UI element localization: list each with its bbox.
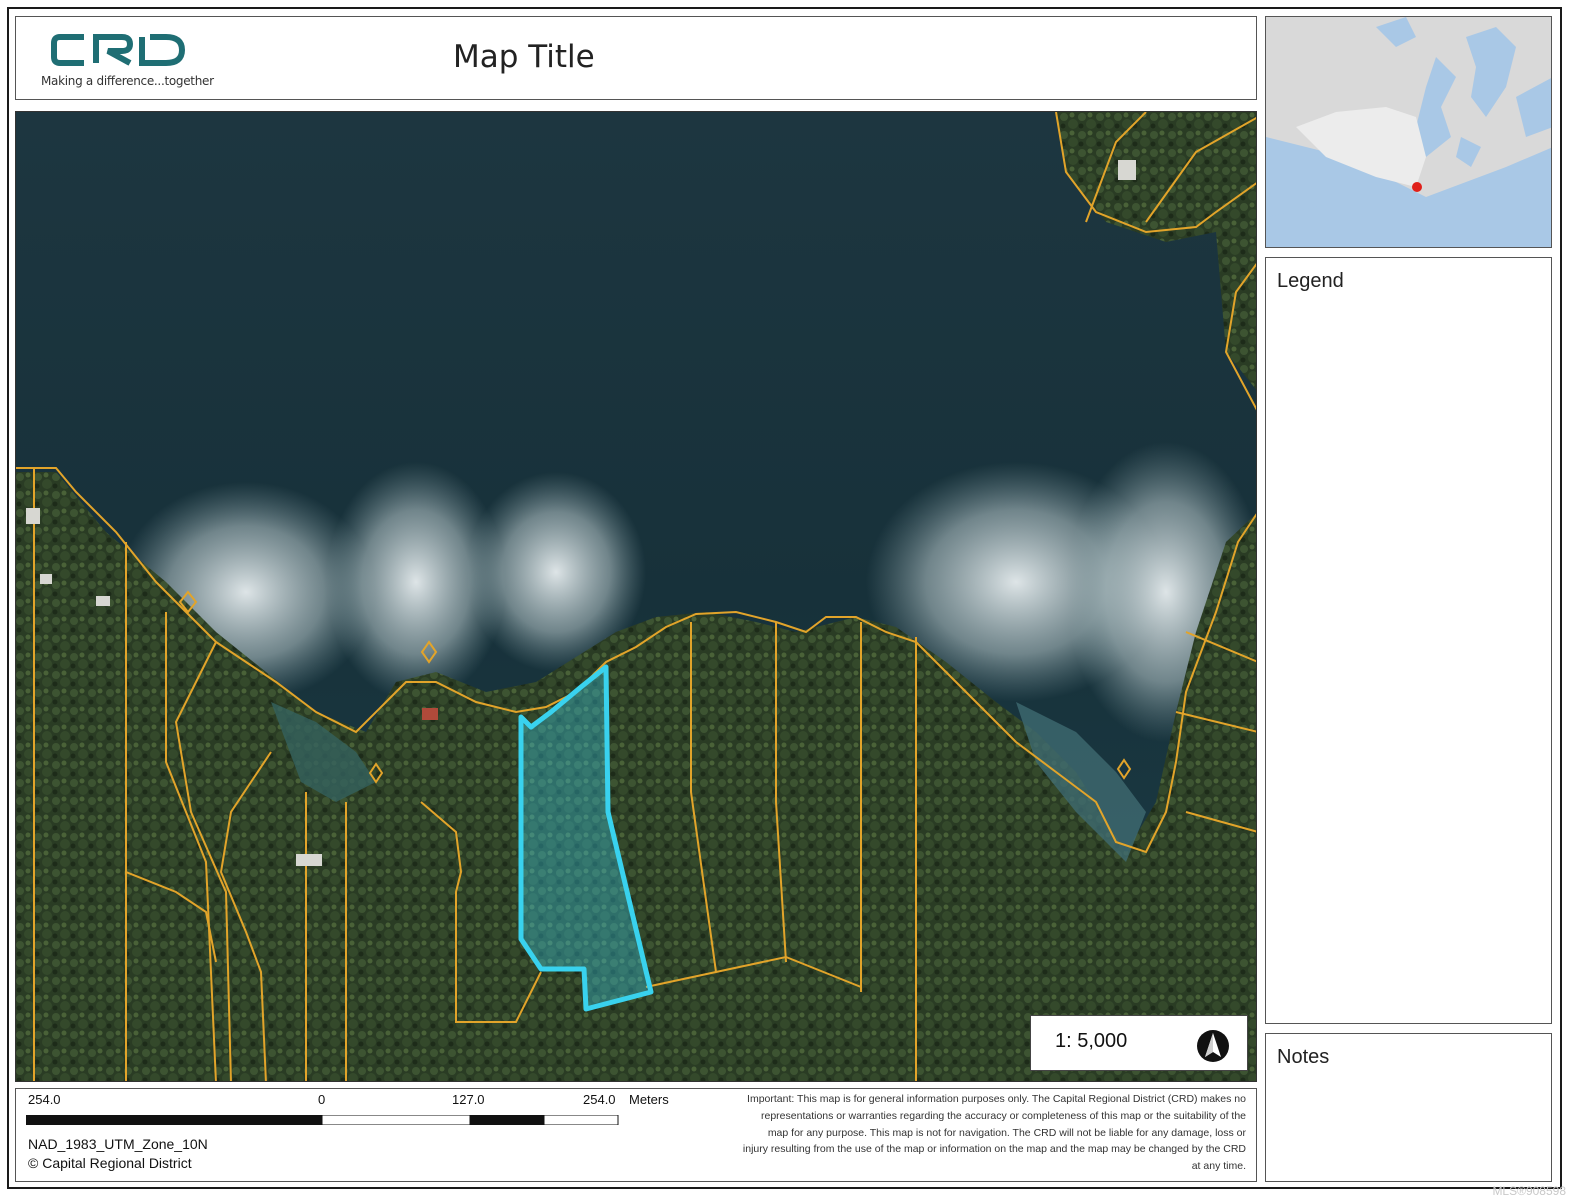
legend-panel: Legend: [1265, 257, 1552, 1024]
scale-tick-label: 254.0: [28, 1092, 61, 1107]
logo-tagline: Making a difference...together: [41, 74, 214, 88]
crd-logo-icon: [51, 34, 186, 66]
inset-map-canvas: [1266, 17, 1551, 247]
notes-title: Notes: [1277, 1046, 1330, 1068]
disclaimer-text: Important: This map is for general infor…: [742, 1093, 1246, 1173]
notes-panel: Notes: [1265, 1033, 1552, 1182]
location-marker: [1412, 182, 1422, 192]
crd-logo: Making a difference...together: [38, 27, 214, 97]
legend-title: Legend: [1277, 270, 1344, 292]
scale-ratio: 1: 5,000: [1055, 1030, 1128, 1052]
title-panel: Making a difference...together Map Title: [15, 16, 1257, 100]
main-map[interactable]: 1: 5,000: [15, 111, 1257, 1082]
mls-watermark: MLS®908598: [1492, 1184, 1566, 1198]
inset-overview-map[interactable]: [1265, 16, 1552, 248]
projection-label: NAD_1983_UTM_Zone_10N: [28, 1136, 208, 1152]
copyright-label: © Capital Regional District: [28, 1155, 192, 1171]
scale-ratio-box: 1: 5,000: [1030, 1015, 1248, 1071]
map-title: Map Title: [453, 39, 595, 75]
north-arrow-icon: [1197, 1030, 1229, 1062]
scale-bar: [26, 1115, 619, 1125]
aerial-map-canvas[interactable]: [16, 112, 1257, 1082]
scale-unit: Meters: [629, 1092, 669, 1107]
scale-tick-label: 254.0: [583, 1092, 616, 1107]
footer-panel: 254.0 0 127.0 254.0 Meters NAD_1983_UTM_…: [15, 1088, 1257, 1182]
scale-tick-label: 0: [318, 1092, 326, 1107]
scale-tick-label: 127.0: [452, 1092, 485, 1107]
